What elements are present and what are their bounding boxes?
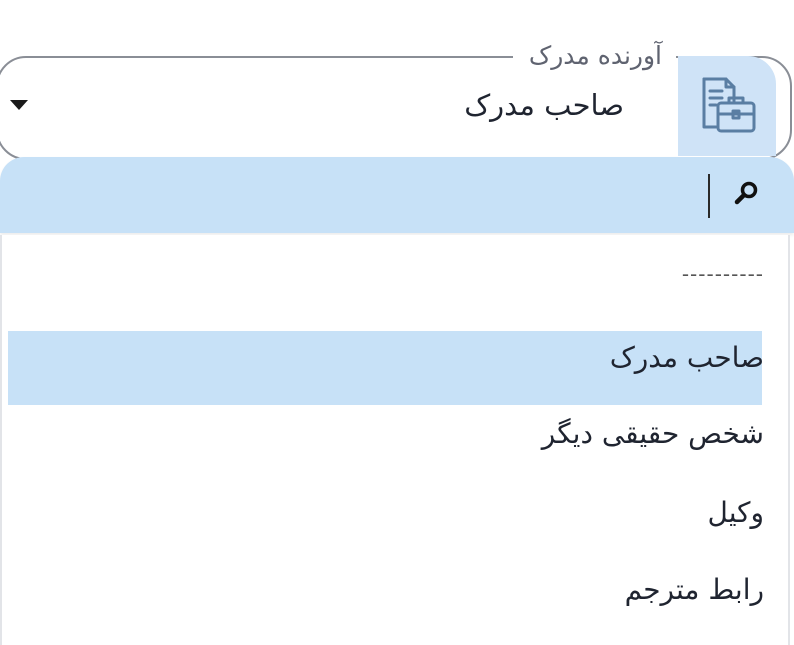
field-label: آورنده مدرک (512, 36, 676, 76)
option-other-person[interactable]: شخص حقیقی دیگر (542, 414, 764, 454)
document-briefcase-icon (702, 77, 756, 133)
option-lawyer[interactable]: وکیل (707, 493, 764, 533)
option-empty[interactable]: ---------- (682, 262, 764, 286)
text-cursor (708, 174, 710, 218)
selected-value[interactable]: صاحب مدرک (464, 85, 624, 125)
search-icon[interactable] (732, 180, 760, 208)
option-document-owner[interactable]: صاحب مدرک (610, 338, 764, 378)
field-icon-container (678, 56, 776, 156)
option-translator-liaison[interactable]: رابط مترجم (625, 570, 764, 610)
caret-down-icon[interactable] (10, 100, 28, 110)
search-input[interactable] (0, 157, 794, 233)
